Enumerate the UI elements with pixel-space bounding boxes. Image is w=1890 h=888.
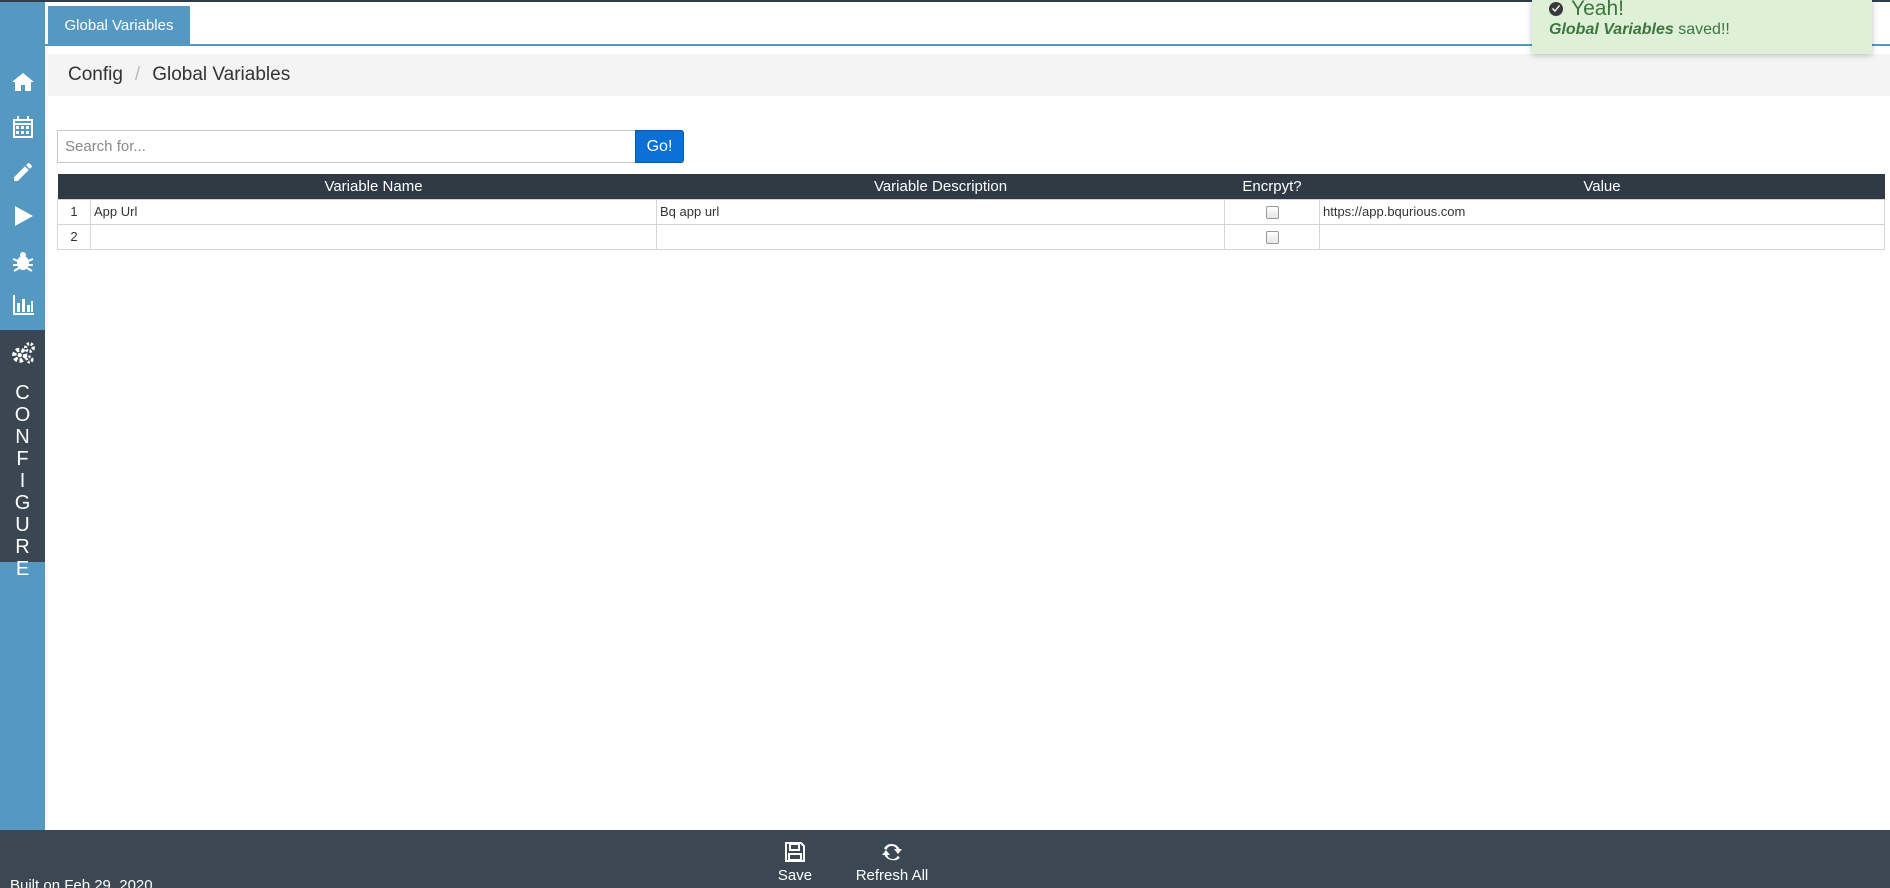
toast-message-bold: Global Variables xyxy=(1549,21,1674,38)
row-number-header xyxy=(57,174,91,199)
column-header-value[interactable]: Value xyxy=(1319,174,1885,199)
toast-title-text: Yeah! xyxy=(1571,0,1624,20)
bug-icon[interactable] xyxy=(0,241,45,281)
sidebar: CONFIGURE xyxy=(0,2,45,830)
encrypt-checkbox[interactable] xyxy=(1265,231,1279,245)
save-button[interactable]: Save xyxy=(772,840,818,884)
encrypt-cell xyxy=(1224,198,1320,225)
save-icon xyxy=(785,842,805,862)
breadcrumb-separator: / xyxy=(134,64,141,85)
search-bar: Go! xyxy=(57,130,684,163)
table-header-row: Variable Name Variable Description Encrp… xyxy=(57,174,1885,199)
variable-description-cell[interactable] xyxy=(656,223,1225,250)
play-icon[interactable] xyxy=(0,196,45,236)
success-toast[interactable]: Yeah! Global Variables saved!! xyxy=(1532,0,1872,54)
save-label: Save xyxy=(777,867,813,884)
row-number: 2 xyxy=(57,223,91,250)
configure-letter: R xyxy=(15,536,30,558)
toast-title: Yeah! xyxy=(1549,0,1872,20)
calendar-icon[interactable] xyxy=(0,107,45,147)
value-cell[interactable] xyxy=(1319,223,1885,250)
configure-letter: O xyxy=(14,404,31,426)
pencil-icon[interactable] xyxy=(0,152,45,192)
sidebar-item-configure[interactable]: CONFIGURE xyxy=(0,330,45,580)
toast-message: Global Variables saved!! xyxy=(1549,21,1872,39)
table-row: 2 xyxy=(57,223,1885,250)
check-circle-icon xyxy=(1549,2,1563,16)
column-header-variable-name[interactable]: Variable Name xyxy=(90,174,657,199)
configure-label: CONFIGURE xyxy=(0,382,45,580)
configure-letter: N xyxy=(15,426,30,448)
refresh-icon xyxy=(882,843,902,861)
variable-description-cell[interactable]: Bq app url xyxy=(656,198,1225,225)
configure-letter: G xyxy=(14,492,31,514)
gears-icon xyxy=(0,338,45,368)
encrypt-cell xyxy=(1224,223,1320,250)
search-input[interactable] xyxy=(57,130,635,163)
column-header-encrypt[interactable]: Encrpyt? xyxy=(1224,174,1320,199)
configure-letter: U xyxy=(15,514,30,536)
configure-letter: C xyxy=(15,382,30,404)
row-number: 1 xyxy=(57,198,91,225)
go-button[interactable]: Go! xyxy=(635,130,684,163)
toast-message-rest: saved!! xyxy=(1673,21,1730,38)
footer: Save Refresh All Built on Feb 29, 2020 xyxy=(0,830,1890,888)
configure-letter: E xyxy=(15,558,30,580)
breadcrumb-current: Global Variables xyxy=(152,64,291,85)
configure-letter: F xyxy=(16,448,29,470)
tab-global-variables[interactable]: Global Variables xyxy=(48,6,190,44)
value-cell[interactable]: https://app.bqurious.com xyxy=(1319,198,1885,225)
column-header-variable-description[interactable]: Variable Description xyxy=(656,174,1225,199)
bar-chart-icon[interactable] xyxy=(0,285,45,325)
breadcrumb-config[interactable]: Config xyxy=(68,64,123,86)
variable-name-cell[interactable] xyxy=(90,223,657,250)
refresh-all-button[interactable]: Refresh All xyxy=(852,840,932,884)
refresh-all-label: Refresh All xyxy=(855,867,929,884)
encrypt-checkbox[interactable] xyxy=(1265,206,1279,220)
configure-letter: I xyxy=(19,470,26,492)
table-row: 1 App Url Bq app url https://app.bquriou… xyxy=(57,198,1885,225)
breadcrumb: Config / Global Variables xyxy=(48,54,1890,96)
build-info: Built on Feb 29, 2020 xyxy=(10,877,153,888)
variable-name-cell[interactable]: App Url xyxy=(90,198,657,225)
variables-table: Variable Name Variable Description Encrp… xyxy=(57,174,1885,250)
home-icon[interactable] xyxy=(0,62,45,102)
